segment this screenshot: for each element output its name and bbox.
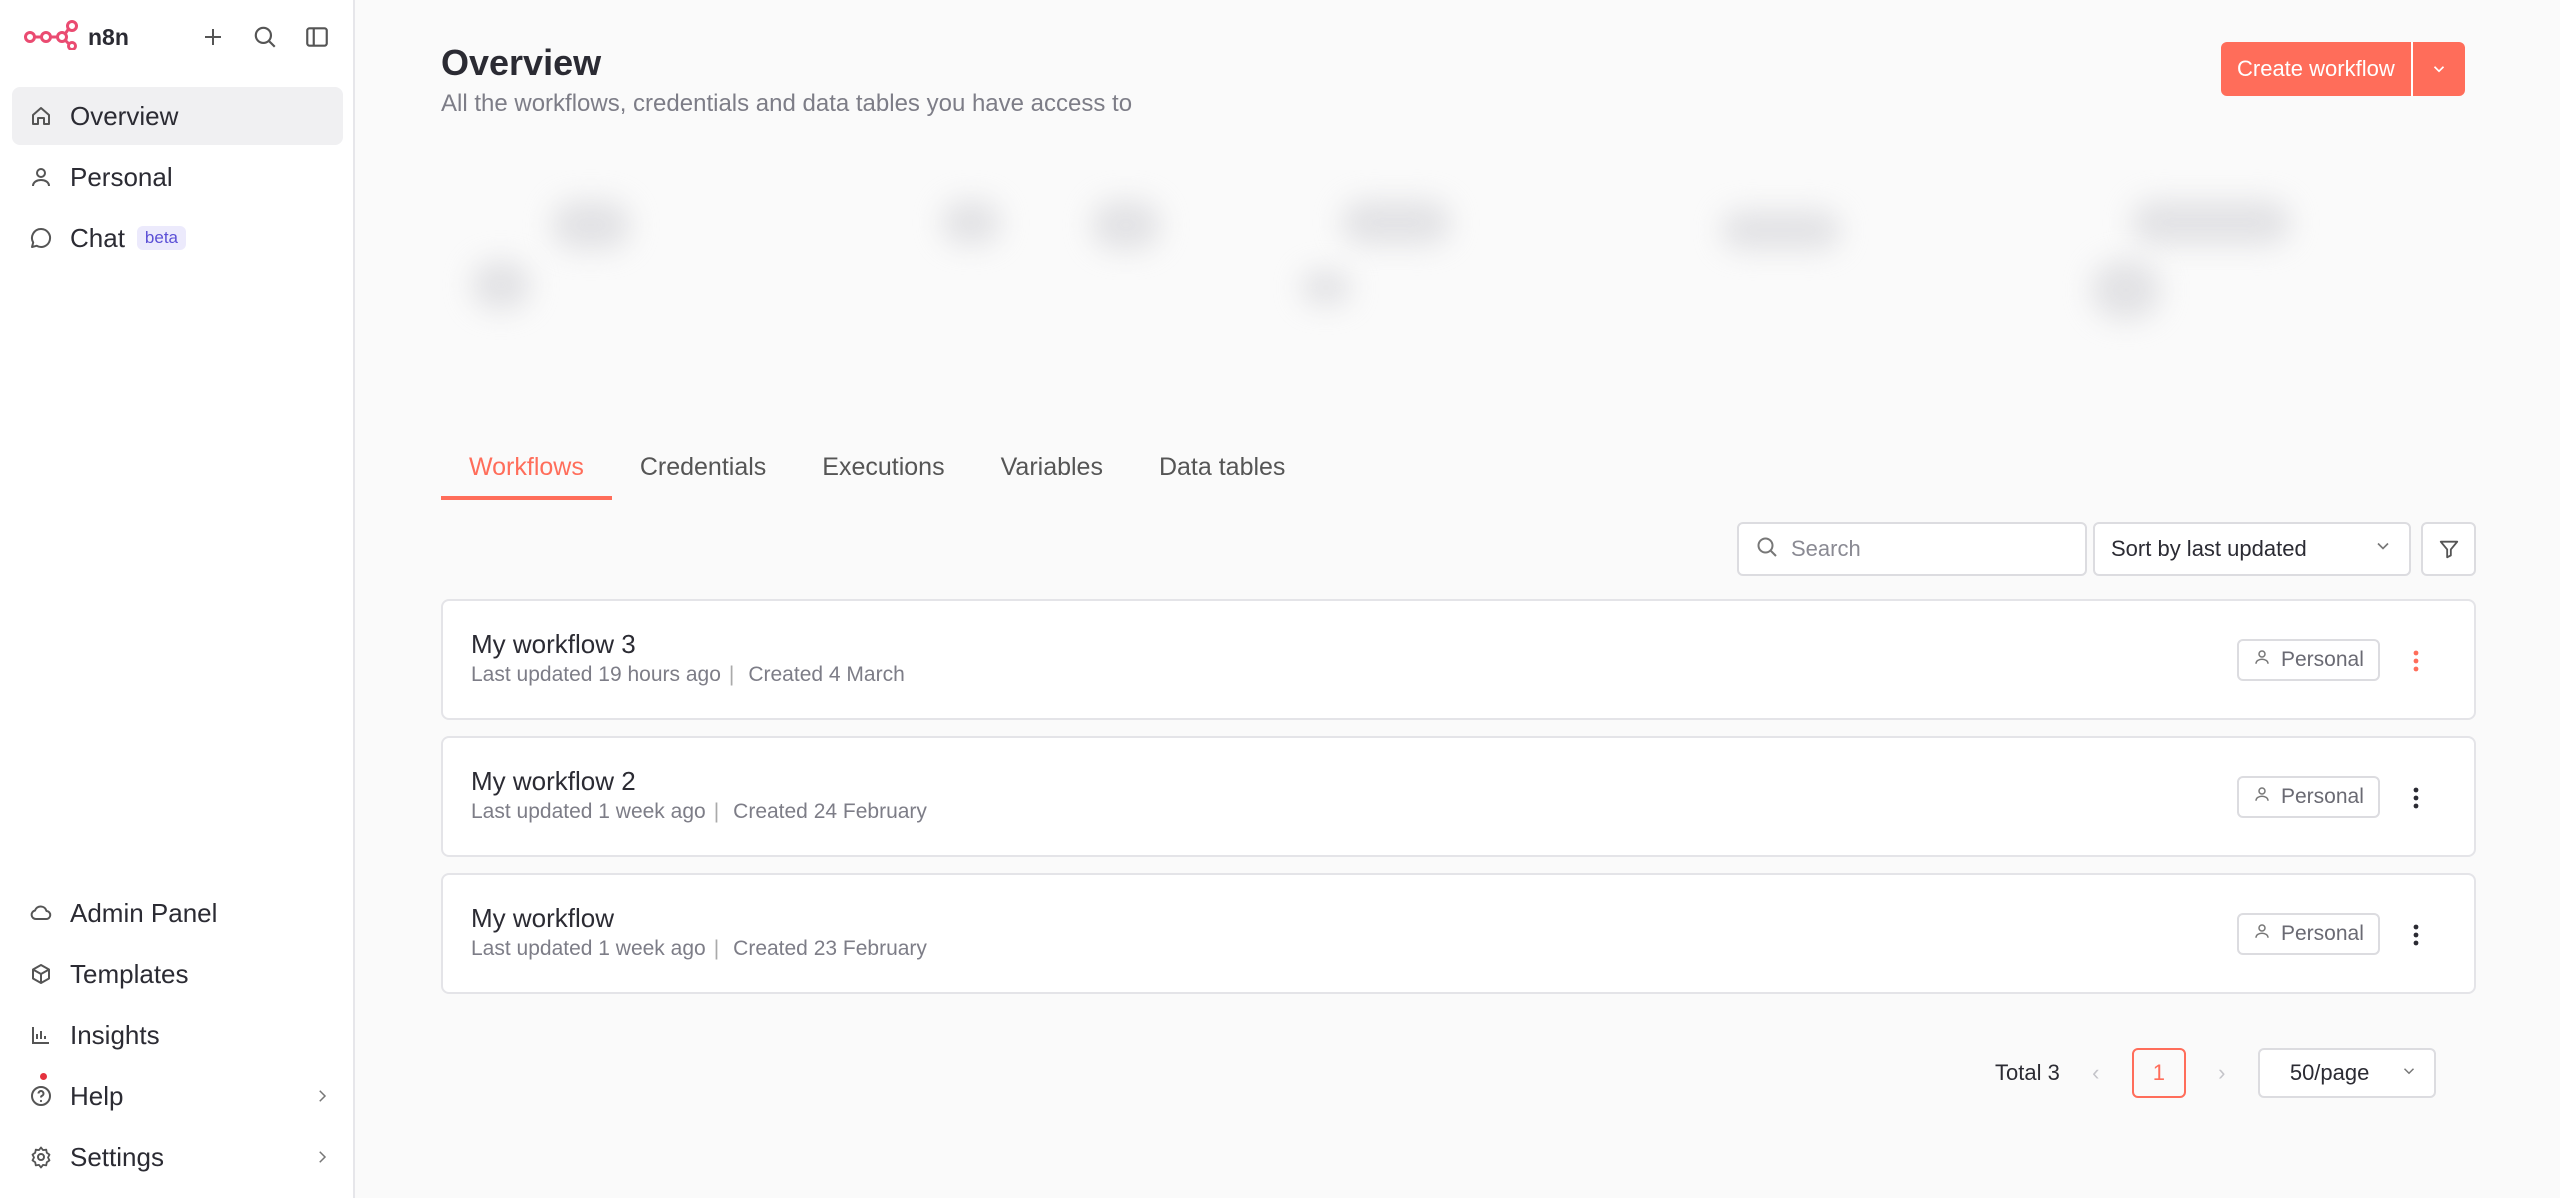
cloud-icon [26, 898, 56, 928]
owner-badge: Personal [2237, 639, 2380, 681]
owner-badge: Personal [2237, 776, 2380, 818]
workflow-updated: Last updated 1 week ago [471, 937, 706, 960]
workflow-created: Created 4 March [748, 663, 905, 686]
workflow-name: My workflow 3 [471, 629, 636, 659]
more-options-icon[interactable] [2398, 641, 2434, 681]
meta-separator: | [713, 800, 720, 823]
workflow-meta: Last updated 1 week ago | Created 24 Feb… [471, 800, 927, 824]
sidebar-item-chat[interactable]: Chat beta [12, 209, 343, 267]
tabs: Workflows Credentials Executions Variabl… [441, 445, 2476, 500]
workflow-card[interactable]: My workflow 3 Last updated 19 hours ago … [441, 599, 2476, 720]
meta-separator: | [728, 663, 735, 686]
add-icon[interactable] [196, 20, 230, 54]
main-nav: Overview Personal Chat beta [12, 87, 343, 270]
user-icon [2253, 785, 2271, 809]
main-content: Overview All the workflows, credentials … [357, 0, 2560, 1198]
total-count: Total 3 [1995, 1060, 2060, 1085]
tab-executions[interactable]: Executions [794, 445, 972, 500]
brand[interactable]: n8n [24, 18, 129, 56]
page-number[interactable]: 1 [2131, 1048, 2186, 1098]
tab-workflows[interactable]: Workflows [441, 445, 612, 500]
sidebar-item-templates[interactable]: Templates [12, 945, 343, 1003]
sidebar-item-admin-panel[interactable]: Admin Panel [12, 884, 343, 942]
sidebar-item-label: Overview [70, 100, 179, 131]
workflow-name: My workflow [471, 903, 615, 933]
tab-credentials[interactable]: Credentials [612, 445, 794, 500]
sort-label: Sort by last updated [2111, 536, 2307, 561]
chat-icon [26, 223, 56, 253]
search-box [1737, 522, 2087, 576]
sidebar-item-settings[interactable]: Settings [12, 1128, 343, 1186]
sidebar-toggle-icon[interactable] [300, 20, 334, 54]
bar-chart-icon [26, 1020, 56, 1050]
help-icon [26, 1081, 56, 1111]
sidebar-item-label: Personal [70, 161, 173, 192]
sidebar-item-overview[interactable]: Overview [12, 87, 343, 145]
brand-name: n8n [88, 23, 129, 50]
sidebar-item-label: Chat [70, 222, 125, 253]
pagination: Total 3 ‹ 1 › 50/page [1995, 1048, 2436, 1098]
sidebar-item-insights[interactable]: Insights [12, 1006, 343, 1064]
sidebar-item-label: Insights [70, 1019, 160, 1050]
owner-label: Personal [2281, 785, 2364, 808]
page-size-label: 50/page [2289, 1060, 2370, 1085]
bottom-nav: Admin Panel Templates Insights Help Sett… [12, 884, 343, 1189]
page-subtitle: All the workflows, credentials and data … [441, 90, 1133, 117]
sidebar: n8n Overview Personal Chat beta Admin Pa… [0, 0, 355, 1198]
workflow-card[interactable]: My workflow 2 Last updated 1 week ago | … [441, 736, 2476, 857]
sidebar-item-help[interactable]: Help [12, 1067, 343, 1125]
chevron-right-icon [313, 1142, 331, 1173]
filter-icon [2439, 540, 2458, 559]
more-options-icon[interactable] [2398, 915, 2434, 955]
sidebar-item-label: Admin Panel [70, 897, 218, 928]
page-title: Overview [441, 42, 602, 83]
beta-badge: beta [136, 226, 187, 250]
workflow-updated: Last updated 1 week ago [471, 800, 706, 823]
home-icon [26, 101, 56, 131]
n8n-logo-icon [24, 19, 78, 55]
gear-icon [26, 1142, 56, 1172]
user-icon [2253, 648, 2271, 672]
workflow-meta: Last updated 19 hours ago | Created 4 Ma… [471, 663, 905, 687]
meta-separator: | [713, 937, 720, 960]
workflow-meta: Last updated 1 week ago | Created 23 Feb… [471, 937, 927, 961]
box-icon [26, 959, 56, 989]
workflow-created: Created 23 February [733, 937, 927, 960]
sidebar-item-label: Help [70, 1080, 124, 1111]
workflow-card[interactable]: My workflow Last updated 1 week ago | Cr… [441, 873, 2476, 994]
user-icon [2253, 922, 2271, 946]
owner-badge: Personal [2237, 913, 2380, 955]
search-icon[interactable] [248, 20, 282, 54]
create-workflow-button[interactable]: Create workflow [2221, 42, 2411, 96]
workflow-updated: Last updated 19 hours ago [471, 663, 721, 686]
insights-summary-blurred [441, 160, 2476, 360]
workflow-name: My workflow 2 [471, 766, 636, 796]
search-icon [1755, 535, 1779, 564]
workflow-created: Created 24 February [733, 800, 927, 823]
page-size-select[interactable]: 50/page [2257, 1048, 2436, 1098]
chevron-right-icon [313, 1081, 331, 1112]
chevron-down-icon [2433, 66, 2444, 73]
search-input[interactable] [1791, 536, 2071, 562]
chevron-down-icon [2373, 536, 2393, 562]
tab-variables[interactable]: Variables [973, 445, 1131, 500]
next-page-icon[interactable]: › [2202, 1060, 2242, 1086]
sidebar-item-personal[interactable]: Personal [12, 148, 343, 206]
tab-data-tables[interactable]: Data tables [1131, 445, 1313, 500]
user-icon [26, 162, 56, 192]
owner-label: Personal [2281, 648, 2364, 671]
more-options-icon[interactable] [2398, 778, 2434, 818]
chevron-down-icon [2400, 1060, 2418, 1086]
filter-button[interactable] [2421, 522, 2476, 576]
sort-select[interactable]: Sort by last updated [2093, 522, 2411, 576]
owner-label: Personal [2281, 922, 2364, 945]
prev-page-icon[interactable]: ‹ [2076, 1060, 2116, 1086]
create-dropdown-button[interactable] [2410, 42, 2465, 96]
create-workflow-button-group: Create workflow [2221, 42, 2465, 96]
sidebar-item-label: Settings [70, 1141, 164, 1172]
sidebar-item-label: Templates [70, 958, 189, 989]
